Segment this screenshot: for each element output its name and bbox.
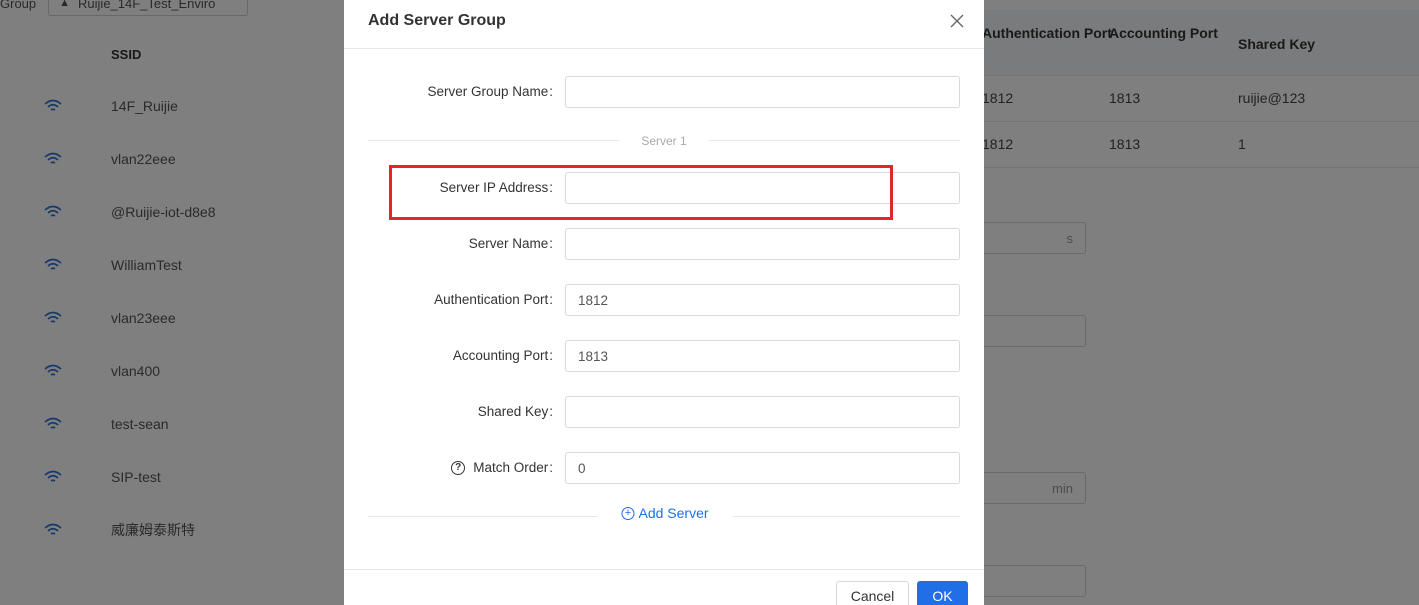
shared-key-row: Shared Key:: [344, 396, 984, 428]
dialog-footer: Cancel OK: [344, 569, 984, 605]
auth-port-label: Authentication Port:: [434, 292, 553, 307]
acct-port-input[interactable]: [565, 340, 960, 372]
server-group-name-label: Server Group Name:: [427, 84, 553, 99]
server-name-label: Server Name:: [468, 236, 553, 251]
plus-circle-icon: +: [621, 506, 635, 520]
match-order-label: ? Match Order:: [451, 460, 553, 475]
add-server-button[interactable]: + Add Server: [597, 505, 733, 521]
server-section-label: Server 1: [619, 134, 709, 148]
server-group-name-row: Server Group Name:: [344, 76, 984, 108]
match-order-row: ? Match Order:: [344, 452, 984, 484]
server-ip-label: Server IP Address:: [439, 180, 553, 195]
server-name-row: Server Name:: [344, 228, 984, 260]
auth-port-input[interactable]: [565, 284, 960, 316]
server-ip-input[interactable]: [565, 172, 960, 204]
cancel-button[interactable]: Cancel: [836, 581, 909, 605]
match-order-input[interactable]: [565, 452, 960, 484]
add-server-group-dialog: Add Server Group Server Group Name: Serv…: [344, 0, 984, 605]
dialog-header: Add Server Group: [344, 0, 984, 49]
acct-port-row: Accounting Port:: [344, 340, 984, 372]
ok-button[interactable]: OK: [917, 581, 968, 605]
dialog-title: Add Server Group: [368, 12, 506, 29]
auth-port-row: Authentication Port:: [344, 284, 984, 316]
question-circle-icon[interactable]: ?: [451, 460, 466, 475]
shared-key-input[interactable]: [565, 396, 960, 428]
server-ip-row: Server IP Address:: [344, 172, 984, 204]
shared-key-label: Shared Key:: [477, 404, 553, 419]
server-name-input[interactable]: [565, 228, 960, 260]
add-server-label: Add Server: [638, 505, 709, 521]
server-group-name-input[interactable]: [565, 76, 960, 108]
acct-port-label: Accounting Port:: [452, 348, 553, 363]
close-icon[interactable]: [948, 12, 966, 30]
